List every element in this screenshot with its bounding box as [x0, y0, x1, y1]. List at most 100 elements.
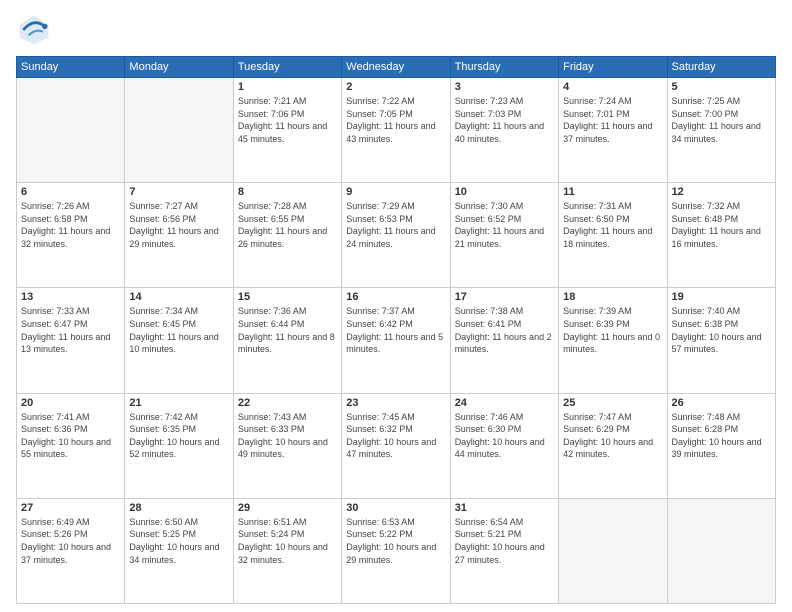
col-header-friday: Friday [559, 57, 667, 78]
day-number: 15 [238, 291, 337, 303]
cell-content: Sunrise: 7:28 AM Sunset: 6:55 PM Dayligh… [238, 200, 337, 250]
logo-icon [16, 12, 52, 48]
col-header-tuesday: Tuesday [233, 57, 341, 78]
day-number: 10 [455, 186, 554, 198]
calendar-cell: 19Sunrise: 7:40 AM Sunset: 6:38 PM Dayli… [667, 288, 775, 393]
day-number: 1 [238, 81, 337, 93]
day-number: 28 [129, 502, 228, 514]
day-number: 19 [672, 291, 771, 303]
calendar-cell: 12 Sunrise: 7:32 AM Sunset: 6:48 PM Dayli… [667, 183, 775, 288]
calendar-cell: 11 Sunrise: 7:31 AM Sunset: 6:50 PM Dayli… [559, 183, 667, 288]
cell-content: Sunrise: 6:51 AM Sunset: 5:24 PM Dayligh… [238, 516, 337, 566]
calendar-cell: 8 Sunrise: 7:28 AM Sunset: 6:55 PM Daylig… [233, 183, 341, 288]
calendar-cell: 18 Sunrise: 7:39 AM Sunset: 6:39 PM Dayli… [559, 288, 667, 393]
cell-content: Sunrise: 7:29 AM Sunset: 6:53 PM Dayligh… [346, 200, 445, 250]
day-number: 29 [238, 502, 337, 514]
day-number: 24 [455, 397, 554, 409]
calendar-cell: 29 Sunrise: 6:51 AM Sunset: 5:24 PM Dayli… [233, 498, 341, 603]
calendar-cell: 22Sunrise: 7:43 AM Sunset: 6:33 PM Dayli… [233, 393, 341, 498]
calendar-cell: 2Sunrise: 7:22 AM Sunset: 7:05 PM Daylig… [342, 78, 450, 183]
cell-content: Sunrise: 7:24 AM Sunset: 7:01 PM Dayligh… [563, 95, 662, 145]
col-header-wednesday: Wednesday [342, 57, 450, 78]
cell-content: Sunrise: 7:31 AM Sunset: 6:50 PM Dayligh… [563, 200, 662, 250]
calendar-cell: 1 Sunrise: 7:21 AM Sunset: 7:06 PM Daylig… [233, 78, 341, 183]
day-number: 2 [346, 81, 445, 93]
calendar-cell: 3Sunrise: 7:23 AM Sunset: 7:03 PM Daylig… [450, 78, 558, 183]
col-header-thursday: Thursday [450, 57, 558, 78]
calendar-cell [125, 78, 233, 183]
calendar-cell: 13 Sunrise: 7:33 AM Sunset: 6:47 PM Dayli… [17, 288, 125, 393]
cell-content: Sunrise: 7:32 AM Sunset: 6:48 PM Dayligh… [672, 200, 771, 250]
cell-content: Sunrise: 7:21 AM Sunset: 7:06 PM Dayligh… [238, 95, 337, 145]
cell-content: Sunrise: 7:34 AM Sunset: 6:45 PM Dayligh… [129, 305, 228, 355]
cell-content: Sunrise: 7:47 AM Sunset: 6:29 PM Dayligh… [563, 411, 662, 461]
week-row-0: 1 Sunrise: 7:21 AM Sunset: 7:06 PM Daylig… [17, 78, 776, 183]
day-number: 30 [346, 502, 445, 514]
day-number: 31 [455, 502, 554, 514]
calendar-cell: 31 Sunrise: 6:54 AM Sunset: 5:21 PM Dayli… [450, 498, 558, 603]
calendar-cell [17, 78, 125, 183]
day-number: 8 [238, 186, 337, 198]
cell-content: Sunrise: 7:39 AM Sunset: 6:39 PM Dayligh… [563, 305, 662, 355]
col-header-sunday: Sunday [17, 57, 125, 78]
cell-content: Sunrise: 7:38 AM Sunset: 6:41 PM Dayligh… [455, 305, 554, 355]
calendar-cell [667, 498, 775, 603]
cell-content: Sunrise: 7:26 AM Sunset: 6:58 PM Dayligh… [21, 200, 120, 250]
cell-content: Sunrise: 6:54 AM Sunset: 5:21 PM Dayligh… [455, 516, 554, 566]
cell-content: Sunrise: 7:27 AM Sunset: 6:56 PM Dayligh… [129, 200, 228, 250]
day-number: 13 [21, 291, 120, 303]
day-number: 17 [455, 291, 554, 303]
day-number: 9 [346, 186, 445, 198]
week-row-3: 20Sunrise: 7:41 AM Sunset: 6:36 PM Dayli… [17, 393, 776, 498]
cell-content: Sunrise: 7:37 AM Sunset: 6:42 PM Dayligh… [346, 305, 445, 355]
day-number: 7 [129, 186, 228, 198]
day-number: 23 [346, 397, 445, 409]
cell-content: Sunrise: 6:53 AM Sunset: 5:22 PM Dayligh… [346, 516, 445, 566]
cell-content: Sunrise: 7:23 AM Sunset: 7:03 PM Dayligh… [455, 95, 554, 145]
day-number: 11 [563, 186, 662, 198]
cell-content: Sunrise: 7:45 AM Sunset: 6:32 PM Dayligh… [346, 411, 445, 461]
day-number: 14 [129, 291, 228, 303]
calendar-cell: 10 Sunrise: 7:30 AM Sunset: 6:52 PM Dayli… [450, 183, 558, 288]
week-row-1: 6 Sunrise: 7:26 AM Sunset: 6:58 PM Daylig… [17, 183, 776, 288]
calendar-cell: 26 Sunrise: 7:48 AM Sunset: 6:28 PM Dayli… [667, 393, 775, 498]
calendar-table: SundayMondayTuesdayWednesdayThursdayFrid… [16, 56, 776, 604]
calendar-cell: 7 Sunrise: 7:27 AM Sunset: 6:56 PM Daylig… [125, 183, 233, 288]
cell-content: Sunrise: 7:36 AM Sunset: 6:44 PM Dayligh… [238, 305, 337, 355]
calendar-cell: 15 Sunrise: 7:36 AM Sunset: 6:44 PM Dayli… [233, 288, 341, 393]
page: SundayMondayTuesdayWednesdayThursdayFrid… [0, 0, 792, 612]
calendar-cell: 28 Sunrise: 6:50 AM Sunset: 5:25 PM Dayli… [125, 498, 233, 603]
day-number: 26 [672, 397, 771, 409]
cell-content: Sunrise: 7:41 AM Sunset: 6:36 PM Dayligh… [21, 411, 120, 461]
cell-content: Sunrise: 7:43 AM Sunset: 6:33 PM Dayligh… [238, 411, 337, 461]
logo [16, 12, 58, 48]
calendar-cell: 5 Sunrise: 7:25 AM Sunset: 7:00 PM Daylig… [667, 78, 775, 183]
week-row-2: 13 Sunrise: 7:33 AM Sunset: 6:47 PM Dayli… [17, 288, 776, 393]
cell-content: Sunrise: 7:25 AM Sunset: 7:00 PM Dayligh… [672, 95, 771, 145]
day-number: 16 [346, 291, 445, 303]
cell-content: Sunrise: 6:50 AM Sunset: 5:25 PM Dayligh… [129, 516, 228, 566]
day-number: 6 [21, 186, 120, 198]
cell-content: Sunrise: 7:48 AM Sunset: 6:28 PM Dayligh… [672, 411, 771, 461]
calendar-cell: 27Sunrise: 6:49 AM Sunset: 5:26 PM Dayli… [17, 498, 125, 603]
calendar-cell [559, 498, 667, 603]
day-number: 25 [563, 397, 662, 409]
cell-content: Sunrise: 7:30 AM Sunset: 6:52 PM Dayligh… [455, 200, 554, 250]
calendar-cell: 21Sunrise: 7:42 AM Sunset: 6:35 PM Dayli… [125, 393, 233, 498]
calendar-cell: 24Sunrise: 7:46 AM Sunset: 6:30 PM Dayli… [450, 393, 558, 498]
cell-content: Sunrise: 6:49 AM Sunset: 5:26 PM Dayligh… [21, 516, 120, 566]
cell-content: Sunrise: 7:33 AM Sunset: 6:47 PM Dayligh… [21, 305, 120, 355]
header-row: SundayMondayTuesdayWednesdayThursdayFrid… [17, 57, 776, 78]
calendar-cell: 14 Sunrise: 7:34 AM Sunset: 6:45 PM Dayli… [125, 288, 233, 393]
calendar-cell: 16 Sunrise: 7:37 AM Sunset: 6:42 PM Dayli… [342, 288, 450, 393]
calendar-cell: 17 Sunrise: 7:38 AM Sunset: 6:41 PM Dayli… [450, 288, 558, 393]
day-number: 5 [672, 81, 771, 93]
day-number: 18 [563, 291, 662, 303]
calendar-cell: 30 Sunrise: 6:53 AM Sunset: 5:22 PM Dayli… [342, 498, 450, 603]
day-number: 4 [563, 81, 662, 93]
day-number: 12 [672, 186, 771, 198]
calendar-cell: 6 Sunrise: 7:26 AM Sunset: 6:58 PM Daylig… [17, 183, 125, 288]
col-header-monday: Monday [125, 57, 233, 78]
calendar-cell: 25 Sunrise: 7:47 AM Sunset: 6:29 PM Dayli… [559, 393, 667, 498]
cell-content: Sunrise: 7:42 AM Sunset: 6:35 PM Dayligh… [129, 411, 228, 461]
